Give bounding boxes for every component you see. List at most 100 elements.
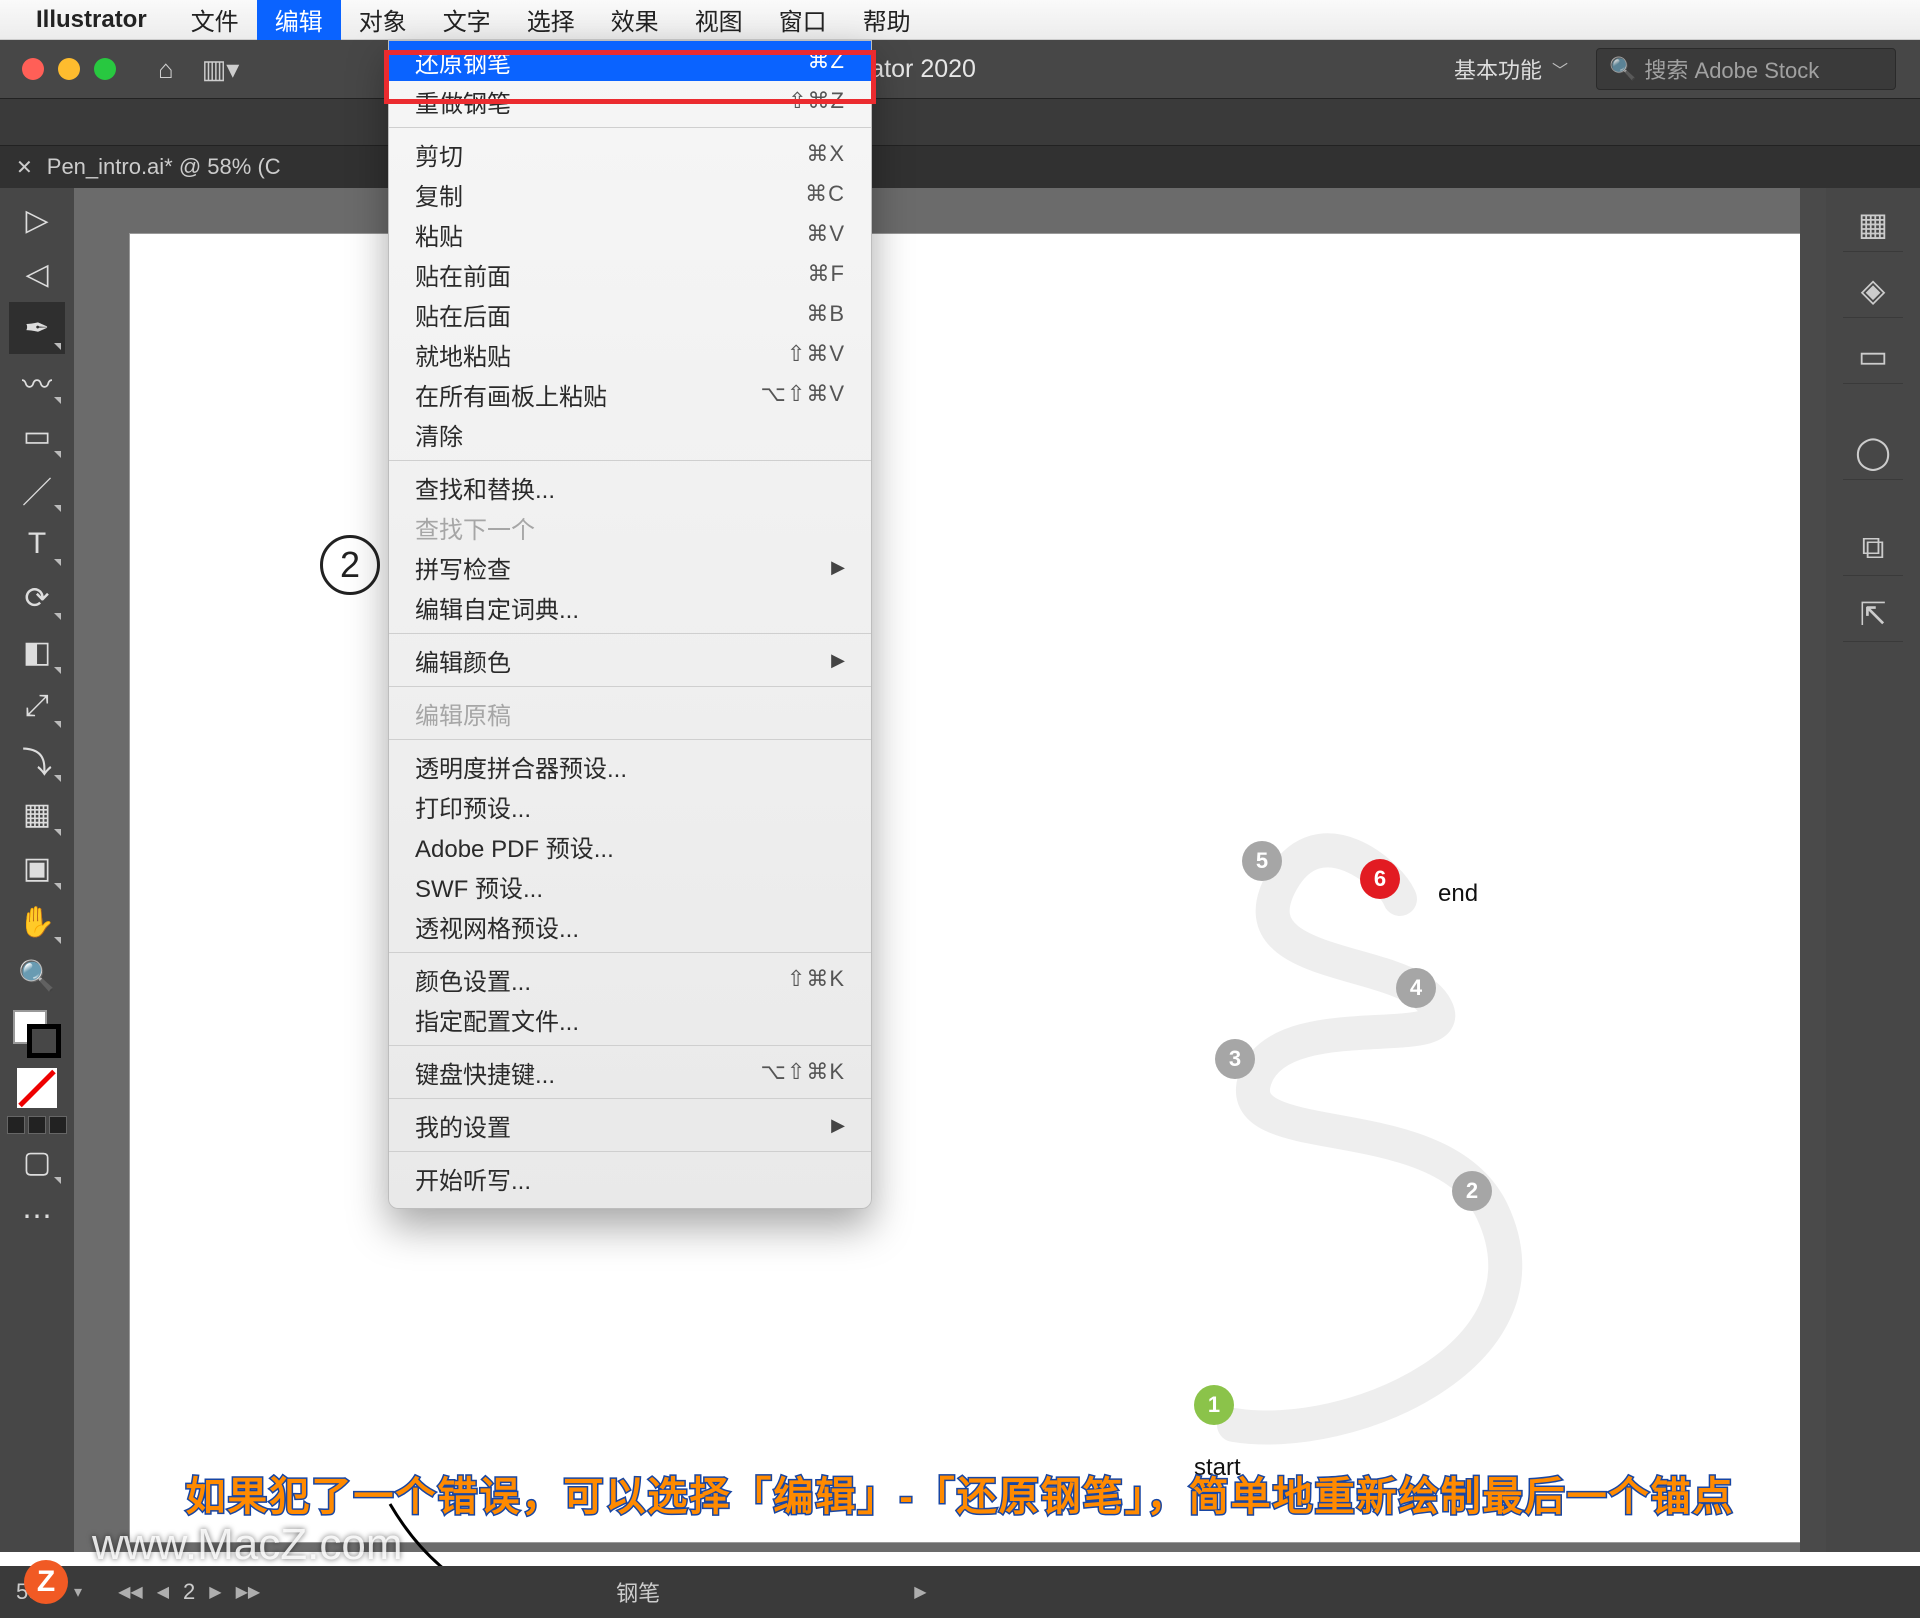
home-icon[interactable]: ⌂ bbox=[158, 54, 174, 85]
shortcut: ⌥⇧⌘V bbox=[761, 381, 845, 407]
menu-item-mysettings[interactable]: 我的设置▶ bbox=[389, 1105, 871, 1145]
anchor-point-6: 6 bbox=[1360, 859, 1400, 899]
menu-effect[interactable]: 效果 bbox=[593, 0, 677, 40]
hand-tool[interactable]: ✋ bbox=[9, 896, 65, 948]
tool-label: 钢笔 bbox=[616, 1576, 660, 1608]
draw-mode[interactable] bbox=[7, 1116, 67, 1134]
menu-separator bbox=[389, 1151, 871, 1152]
menu-item-label: 打印预设... bbox=[415, 789, 531, 824]
paintbrush-tool[interactable]: ／ bbox=[9, 464, 65, 516]
menu-item-dict[interactable]: 编辑自定词典... bbox=[389, 587, 871, 627]
menu-edit[interactable]: 编辑 bbox=[257, 0, 341, 40]
zoom-tool[interactable]: 🔍 bbox=[9, 950, 65, 1002]
menu-item-paste[interactable]: 粘贴⌘V bbox=[389, 214, 871, 254]
arrange-icon[interactable]: ▥▾ bbox=[202, 54, 240, 85]
export-icon[interactable]: ⇱ bbox=[1843, 586, 1903, 642]
search-stock[interactable]: 🔍 搜索 Adobe Stock bbox=[1596, 48, 1896, 90]
menu-item-label: 还原钢笔 bbox=[415, 44, 511, 79]
anchor-point-5: 5 bbox=[1242, 841, 1282, 881]
current-tool[interactable]: 钢笔▶ bbox=[616, 1576, 926, 1608]
close-icon[interactable] bbox=[22, 58, 44, 80]
menu-item-find[interactable]: 查找和替换... bbox=[389, 467, 871, 507]
selection-tool[interactable]: ▷ bbox=[9, 194, 65, 246]
menu-item-copy[interactable]: 复制⌘C bbox=[389, 174, 871, 214]
eyedropper-tool[interactable]: ⤵ bbox=[9, 734, 65, 786]
rectangle-tool[interactable]: ▭ bbox=[9, 410, 65, 462]
scrollbar[interactable] bbox=[1800, 188, 1826, 1552]
menu-select[interactable]: 选择 bbox=[509, 0, 593, 40]
pen-tool[interactable]: ✒ bbox=[9, 302, 65, 354]
fill-stroke-swatch[interactable] bbox=[13, 1010, 61, 1058]
edit-toolbar[interactable]: ⋯ bbox=[9, 1190, 65, 1242]
menu-item-keys[interactable]: 键盘快捷键...⌥⇧⌘K bbox=[389, 1052, 871, 1092]
appearance-panel-icon[interactable]: ◯ bbox=[1843, 424, 1903, 480]
menu-item-dict2[interactable]: 开始听写... bbox=[389, 1158, 871, 1198]
menu-item-label: 剪切 bbox=[415, 137, 463, 172]
menu-item-label: SWF 预设... bbox=[415, 869, 543, 904]
libraries-panel-icon[interactable]: ▭ bbox=[1843, 328, 1903, 384]
menu-separator bbox=[389, 127, 871, 128]
workspace-label: 基本功能 bbox=[1454, 53, 1542, 85]
menu-item-paste-place[interactable]: 就地粘贴⇧⌘V bbox=[389, 334, 871, 374]
menu-item-label: 就地粘贴 bbox=[415, 337, 511, 372]
menu-help[interactable]: 帮助 bbox=[845, 0, 929, 40]
menu-item-label: 指定配置文件... bbox=[415, 1002, 579, 1037]
menu-item-persp[interactable]: 透视网格预设... bbox=[389, 906, 871, 946]
eraser-tool[interactable]: ◧ bbox=[9, 626, 65, 678]
type-tool[interactable]: T bbox=[9, 518, 65, 570]
screen-mode[interactable]: ▢ bbox=[9, 1136, 65, 1188]
document-tabs: ✕ Pen_intro.ai* @ 58% (C bbox=[0, 146, 1920, 188]
menu-item-paste-all[interactable]: 在所有画板上粘贴⌥⇧⌘V bbox=[389, 374, 871, 414]
asset-export-icon[interactable]: ⧉ bbox=[1843, 520, 1903, 576]
menu-separator bbox=[389, 1098, 871, 1099]
canvas-area[interactable]: 2Draw 123456 start end bbox=[74, 188, 1826, 1552]
artboard: 2Draw 123456 start end bbox=[130, 234, 1812, 1542]
artboard-tool[interactable]: ▣ bbox=[9, 842, 65, 894]
none-swatch[interactable] bbox=[17, 1068, 57, 1108]
menu-item-label: 编辑颜色 bbox=[415, 643, 511, 678]
menu-item-edit-color[interactable]: 编辑颜色▶ bbox=[389, 640, 871, 680]
fullscreen-icon[interactable] bbox=[94, 58, 116, 80]
gradient-tool[interactable]: ▦ bbox=[9, 788, 65, 840]
menu-item-pdf[interactable]: Adobe PDF 预设... bbox=[389, 826, 871, 866]
menu-item-label: 编辑原稿 bbox=[415, 696, 511, 731]
shortcut: ⌘C bbox=[805, 181, 845, 207]
menu-item-spell[interactable]: 拼写检查▶ bbox=[389, 547, 871, 587]
menu-item-cut[interactable]: 剪切⌘X bbox=[389, 134, 871, 174]
right-panels: ▦ ◈ ▭ ◯ ⧉ ⇱ bbox=[1826, 188, 1920, 1552]
menu-item-label: Adobe PDF 预设... bbox=[415, 829, 614, 864]
rotate-tool[interactable]: ⟳ bbox=[9, 572, 65, 624]
tab-close-icon[interactable]: ✕ bbox=[16, 155, 33, 180]
tutorial-path bbox=[130, 234, 1812, 1542]
app-name[interactable]: Illustrator bbox=[36, 6, 147, 34]
menu-view[interactable]: 视图 bbox=[677, 0, 761, 40]
anchor-point-4: 4 bbox=[1396, 968, 1436, 1008]
menu-item-swf[interactable]: SWF 预设... bbox=[389, 866, 871, 906]
menu-item-transp[interactable]: 透明度拼合器预设... bbox=[389, 746, 871, 786]
minimize-icon[interactable] bbox=[58, 58, 80, 80]
menu-item-color-set[interactable]: 颜色设置...⇧⌘K bbox=[389, 959, 871, 999]
menu-item-profile[interactable]: 指定配置文件... bbox=[389, 999, 871, 1039]
properties-panel-icon[interactable]: ▦ bbox=[1843, 196, 1903, 252]
menu-type[interactable]: 文字 bbox=[425, 0, 509, 40]
menu-item-print[interactable]: 打印预设... bbox=[389, 786, 871, 826]
artboard-nav[interactable]: ◀◀◀ 2 ▶▶▶ bbox=[118, 1579, 260, 1605]
menu-item-clear[interactable]: 清除 bbox=[389, 414, 871, 454]
menu-item-paste-front[interactable]: 贴在前面⌘F bbox=[389, 254, 871, 294]
shortcut: ⌘F bbox=[808, 261, 845, 287]
menu-item-undo[interactable]: 还原钢笔⌘Z bbox=[389, 41, 871, 81]
menu-object[interactable]: 对象 bbox=[341, 0, 425, 40]
workspace-switcher[interactable]: 基本功能 ﹀ bbox=[1454, 53, 1568, 85]
menu-item-paste-back[interactable]: 贴在后面⌘B bbox=[389, 294, 871, 334]
end-label: end bbox=[1438, 880, 1478, 908]
scale-tool[interactable]: ⤢ bbox=[9, 680, 65, 732]
tab-label[interactable]: Pen_intro.ai* @ 58% (C bbox=[47, 154, 281, 180]
layers-panel-icon[interactable]: ◈ bbox=[1843, 262, 1903, 318]
menu-file[interactable]: 文件 bbox=[173, 0, 257, 40]
menu-window[interactable]: 窗口 bbox=[761, 0, 845, 40]
menu-item-redo[interactable]: 重做钢笔⇧⌘Z bbox=[389, 81, 871, 121]
menu-separator bbox=[389, 739, 871, 740]
curvature-tool[interactable]: 〰 bbox=[9, 356, 65, 408]
direct-selection-tool[interactable]: ◁ bbox=[9, 248, 65, 300]
menu-item-find-next: 查找下一个 bbox=[389, 507, 871, 547]
